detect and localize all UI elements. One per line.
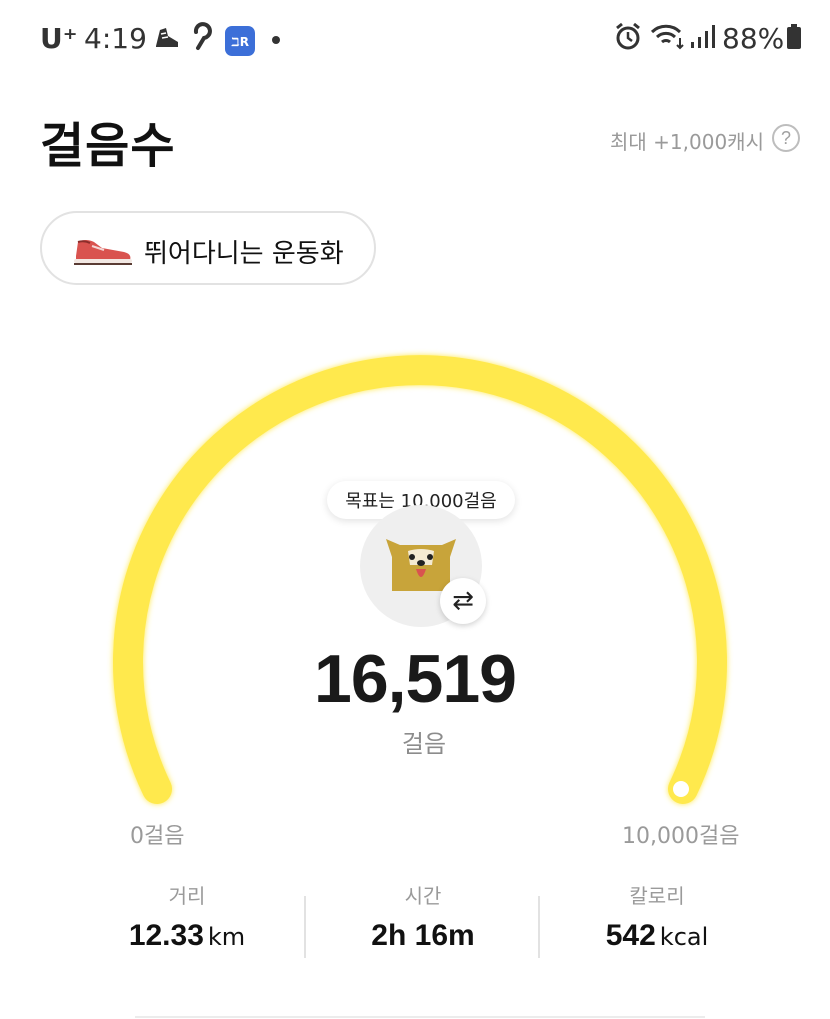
step-unit: 걸음 (401, 730, 447, 758)
gauge-end-marker (673, 781, 689, 797)
stat-time: 시간 2h 16m (306, 880, 540, 953)
status-bar: U⁺ 4:19 ℶR 88% (0, 0, 830, 80)
stat-label: 거리 (168, 884, 206, 908)
divider (135, 1016, 705, 1018)
carrier-label: U⁺ (40, 22, 78, 55)
stat-label: 시간 (404, 884, 442, 908)
scale-max-label: 10,000걸음 (622, 824, 740, 849)
battery-percent: 88% (722, 22, 785, 55)
battery-icon (787, 24, 801, 49)
max-cash-label: 최대 +1,000캐시 (610, 130, 764, 154)
app-badge-icon: ℶR (225, 26, 255, 56)
stat-unit: kcal (659, 923, 709, 951)
page-title: 걸음수 (40, 118, 176, 174)
swap-icon: ⇄ (452, 586, 474, 616)
help-button[interactable]: ? (772, 124, 800, 152)
stat-unit: km (207, 923, 246, 951)
clock: 4:19 (84, 22, 147, 55)
dot-icon (272, 36, 280, 44)
signal-icon (691, 25, 715, 48)
svg-text:ℶR: ℶR (231, 35, 249, 49)
swap-character-button[interactable]: ⇄ (440, 578, 486, 624)
stat-value: 12.33 (128, 919, 204, 952)
sneaker-icon (74, 240, 132, 265)
stat-value: 2h 16m (371, 919, 475, 952)
step-count: 16,519 (314, 641, 517, 717)
help-icon: ? (780, 127, 791, 148)
hook-icon (193, 22, 212, 50)
shoe-chip-label: 뛰어다니는 운동화 (144, 239, 344, 269)
stats-row: 거리 12.33 km 시간 2h 16m 칼로리 542 kcal (70, 880, 770, 960)
stat-label: 칼로리 (629, 884, 685, 908)
alarm-icon (616, 22, 640, 50)
stat-calories: 칼로리 542 kcal (540, 880, 774, 953)
wifi-icon (650, 24, 684, 50)
scale-min-label: 0걸음 (130, 824, 185, 849)
stat-value: 542 (605, 919, 656, 952)
stat-distance: 거리 12.33 km (70, 880, 304, 953)
shoe-chip[interactable]: 뛰어다니는 운동화 (40, 211, 376, 285)
sneaker-icon (156, 28, 178, 47)
